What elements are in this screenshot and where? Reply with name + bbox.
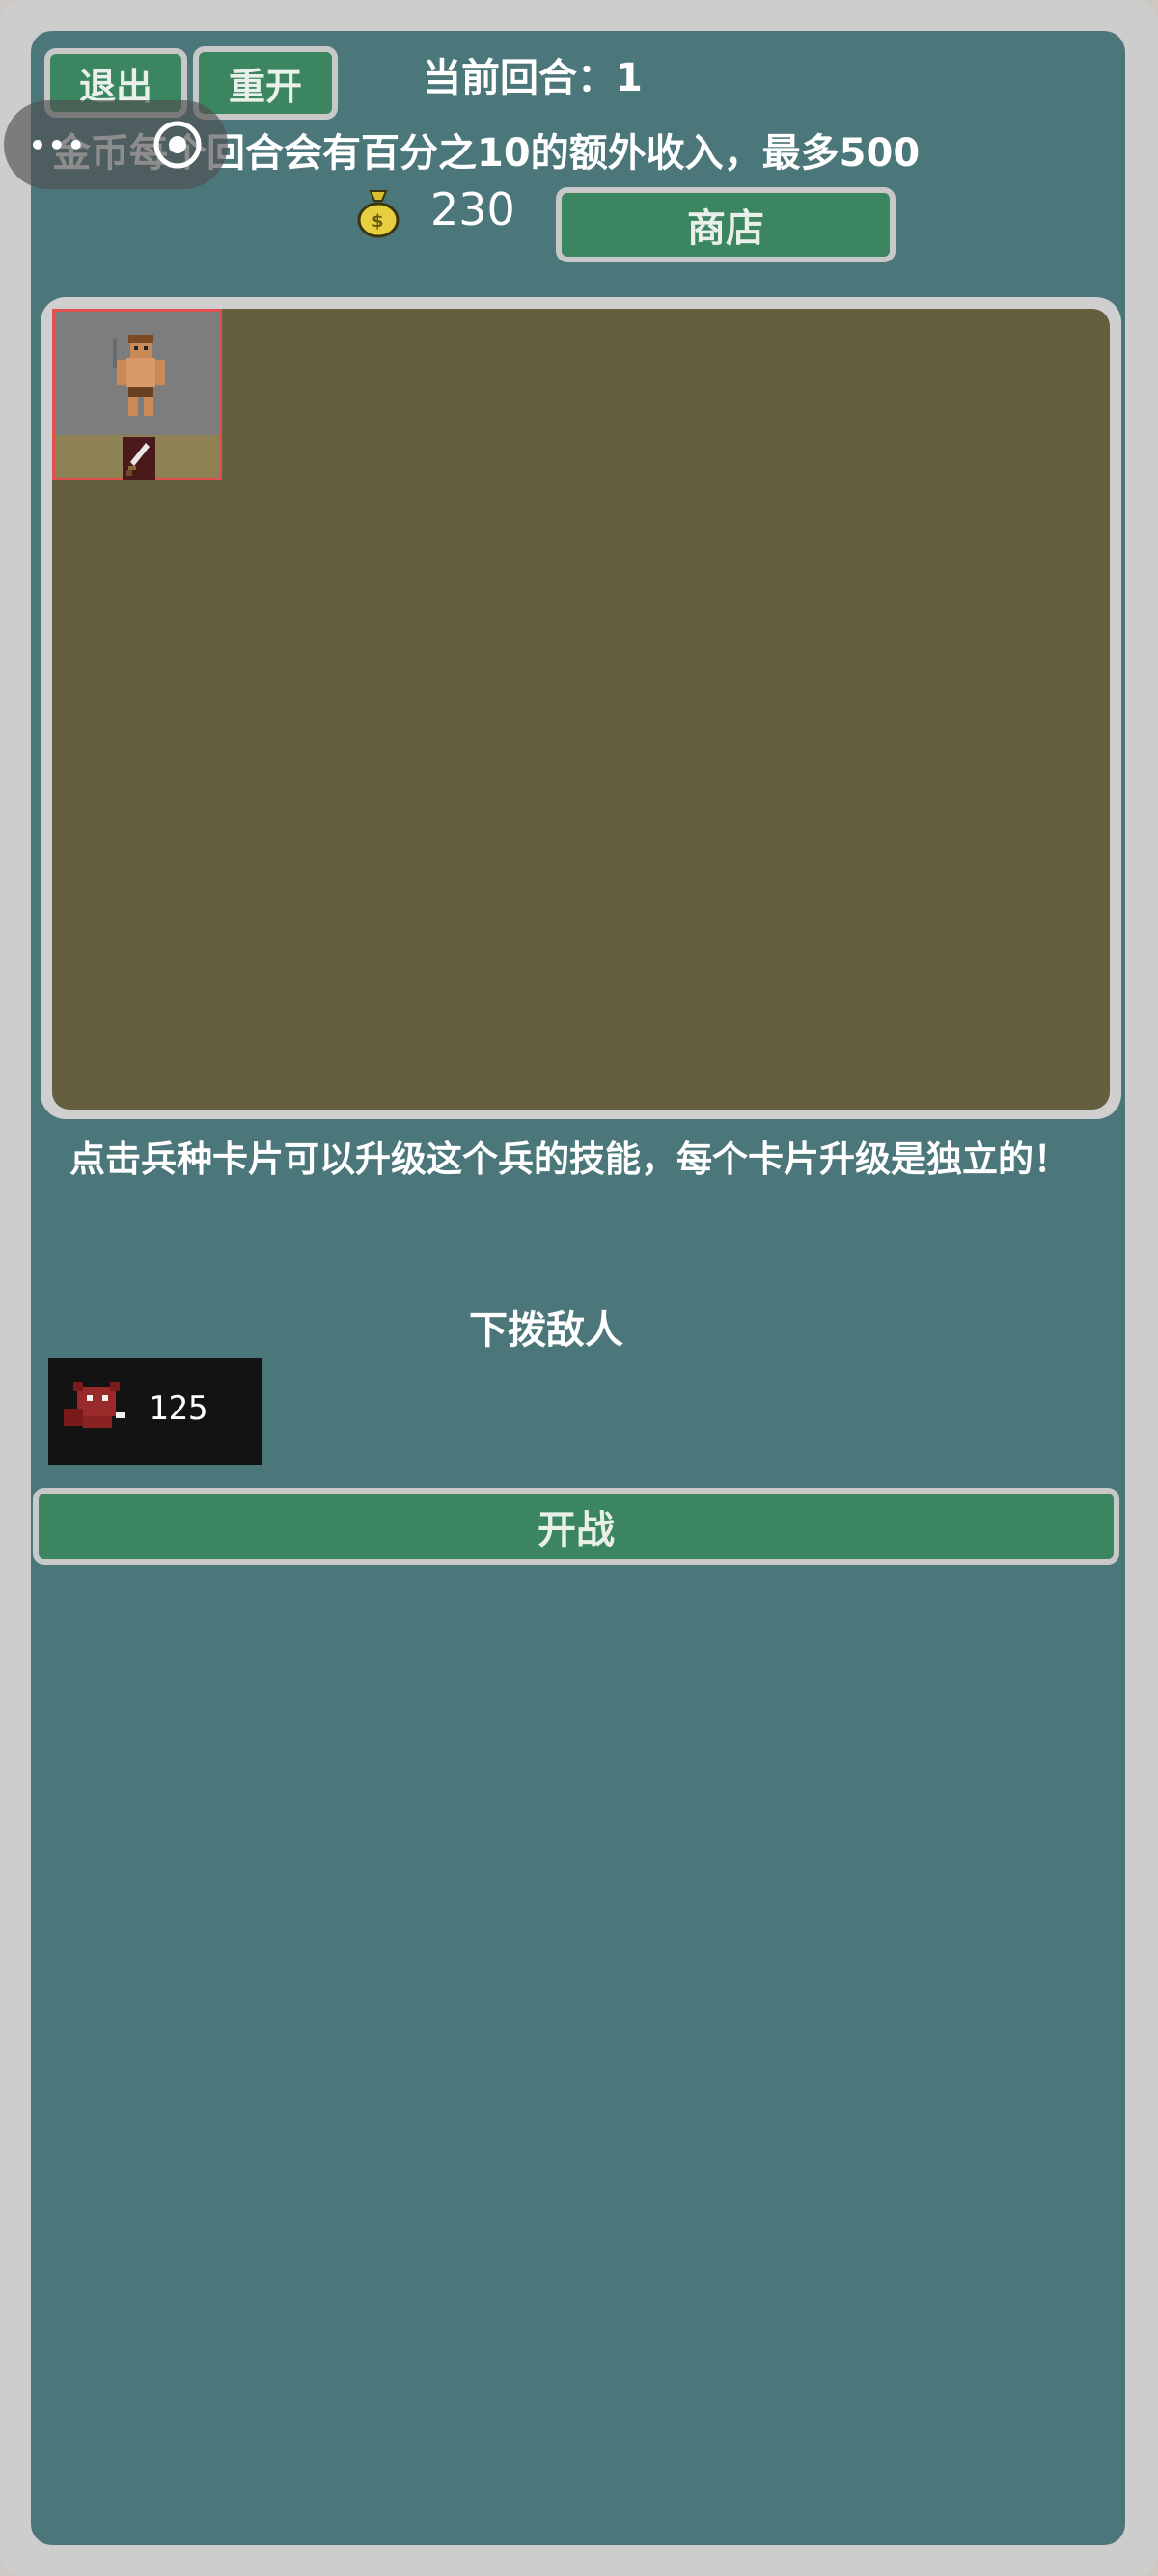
enemy-demon-icon	[64, 1382, 125, 1428]
target-icon[interactable]	[151, 118, 205, 172]
hint-text: 点击兵种卡片可以升级这个兵的技能，每个卡片升级是独立的！	[69, 1138, 1069, 1180]
svg-text:$: $	[372, 211, 384, 232]
enemy-count: 125	[149, 1389, 208, 1428]
money-bag-icon: $	[357, 190, 400, 238]
enemy-section-title: 下拨敌人	[469, 1308, 623, 1353]
round-indicator: 当前回合：1	[423, 56, 643, 100]
sword-icon	[123, 437, 155, 480]
restart-button[interactable]: 重开	[193, 46, 338, 120]
unit-card-soldier[interactable]	[52, 309, 222, 480]
soldier-icon	[113, 335, 165, 416]
system-overlay-pill[interactable]: •••	[4, 100, 228, 189]
start-battle-button[interactable]: 开战	[33, 1488, 1119, 1565]
enemy-card: 125	[48, 1358, 262, 1465]
gold-amount: 230	[430, 183, 515, 235]
shop-button[interactable]: 商店	[556, 187, 896, 262]
menu-dots-icon[interactable]: •••	[29, 129, 87, 161]
